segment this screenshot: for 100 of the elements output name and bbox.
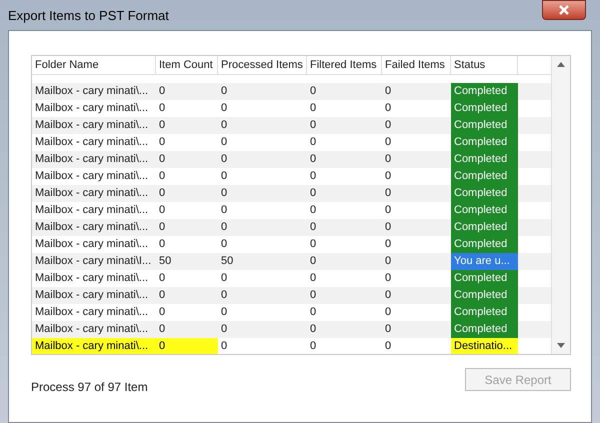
table-cell-text: 0 (309, 135, 318, 150)
table-cell-text: 0 (158, 203, 166, 218)
table-cell-text: 0 (220, 169, 228, 184)
table-cell-text: 0 (384, 84, 392, 99)
table-cell-text: 0 (384, 220, 392, 235)
table-cell-text: Mailbox - cary minati\... (34, 237, 150, 252)
table-cell-text: 0 (309, 84, 318, 99)
table-cell-text: 0 (158, 169, 166, 184)
status-cell: Completed (451, 83, 518, 100)
table-cell-text: Mailbox - cary minati\... (34, 322, 150, 337)
table-cell-text: 0 (309, 237, 318, 252)
table-cell-text: 0 (384, 254, 392, 269)
scrollbar[interactable] (551, 56, 570, 354)
table-cell-text: 0 (158, 152, 166, 167)
table-cell-text: 0 (158, 118, 166, 133)
status-cell: Completed (451, 168, 518, 185)
table-cell-text: Mailbox - cary minati\... (34, 101, 150, 116)
status-cell: Completed (451, 236, 518, 253)
table-cell-text: 0 (309, 220, 318, 235)
status-cell: Completed (451, 270, 518, 287)
column-header[interactable]: Status (451, 56, 518, 74)
status-cell: Completed (451, 304, 518, 321)
table-cell-text: 0 (384, 118, 392, 133)
window-title: Export Items to PST Format (8, 7, 169, 25)
status-cell: Completed (451, 287, 518, 304)
table-cell-text: 0 (309, 152, 318, 167)
table-cell-text: 0 (158, 237, 166, 252)
table-cell-text: 0 (309, 118, 318, 133)
table-cell-text: 0 (158, 135, 166, 150)
table-cell-text: 0 (384, 101, 392, 116)
status-cell: Completed (451, 202, 518, 219)
column-header[interactable]: Filtered Items (307, 56, 382, 74)
table-cell-text: 0 (384, 152, 392, 167)
table-cell-text: 0 (309, 186, 318, 201)
table-cell-text: Mailbox - cary minati\... (34, 288, 150, 303)
table-cell-text: 0 (309, 101, 318, 116)
table-cell-text: 0 (384, 135, 392, 150)
table-cell-text: 0 (384, 271, 392, 286)
table-cell-text: 0 (220, 84, 228, 99)
table-cell-text: Mailbox - cary minati\... (34, 203, 150, 218)
table-cell-text: 0 (158, 288, 166, 303)
table-cell-text: Mailbox - cary minati\... (34, 186, 150, 201)
table-cell-text: 0 (384, 322, 392, 337)
table-cell-text: Mailbox - cary minati\... (34, 152, 150, 167)
table-cell-text: 0 (384, 305, 392, 320)
table-cell-text: 0 (220, 339, 228, 354)
table-cell-text: 0 (158, 101, 166, 116)
table-cell-text: 0 (220, 305, 228, 320)
table-cell-text: Mailbox - cary minati\... (34, 220, 150, 235)
table-cell-text: Mailbox - cary minati\... (34, 84, 150, 99)
table-cell-text: 0 (158, 271, 166, 286)
table-cell-text: 0 (220, 186, 228, 201)
table-cell-text: 0 (309, 322, 318, 337)
status-cell: Completed (451, 321, 518, 338)
column-header[interactable]: Failed Items (382, 56, 451, 74)
table-cell-text: 0 (384, 169, 392, 184)
table-cell-text: 0 (158, 220, 166, 235)
table-cell-text: 0 (220, 101, 228, 116)
close-button[interactable] (542, 0, 586, 20)
status-cell: Completed (451, 219, 518, 236)
status-cell: Completed (451, 117, 518, 134)
status-cell: Completed (451, 134, 518, 151)
status-cell: You are u... (451, 253, 518, 270)
column-header[interactable]: Folder Name (32, 56, 156, 74)
table-cell-text: 0 (220, 288, 228, 303)
status-cell: Completed (451, 100, 518, 117)
table-cell-text: 0 (309, 169, 318, 184)
progress-text: Process 97 of 97 Item (31, 379, 148, 396)
table-cell-text: Mailbox - cary minati\... (34, 305, 150, 320)
table-cell-text: 50 (220, 254, 234, 269)
status-cell: Completed (451, 151, 518, 168)
table-cell-text: 0 (220, 152, 228, 167)
table-cell-text: 0 (220, 271, 228, 286)
status-cell: Completed (451, 185, 518, 202)
table-cell-text: 0 (384, 186, 392, 201)
table-cell-text: 0 (384, 203, 392, 218)
table-cell-text: 0 (309, 288, 318, 303)
table-cell: 0 (156, 338, 218, 354)
table-cell-text: 0 (158, 322, 166, 337)
column-header[interactable]: Processed Items (218, 56, 307, 74)
table-cell-text: 0 (158, 305, 166, 320)
table-cell-text: 0 (309, 339, 318, 354)
table-cell-text: 0 (309, 305, 318, 320)
table-cell-text: Mailbox - cary minati\... (34, 169, 150, 184)
table-cell-text: 0 (309, 254, 318, 269)
column-header[interactable]: Item Count (156, 56, 218, 74)
table-cell-text: 0 (309, 271, 318, 286)
table-cell-text: Mailbox - cary minati\... (34, 118, 150, 133)
table-cell-text: 0 (384, 237, 392, 252)
table-cell: Mailbox - cary minati\... (32, 338, 156, 354)
table-cell-text: 50 (158, 254, 172, 269)
table-cell-text: 0 (220, 203, 228, 218)
table-cell-text: Mailbox - cary minati\... (34, 135, 150, 150)
table-cell-text: Mailbox - cary minati\... (34, 271, 150, 286)
table-cell-text: 0 (384, 288, 392, 303)
table-cell-text: 0 (158, 84, 166, 99)
status-cell: Destinatio... (451, 338, 518, 354)
table-cell-text: 0 (220, 220, 228, 235)
table-cell-text: 0 (220, 135, 228, 150)
table-cell-text: Mailbox - cary minati\I... (34, 254, 152, 269)
